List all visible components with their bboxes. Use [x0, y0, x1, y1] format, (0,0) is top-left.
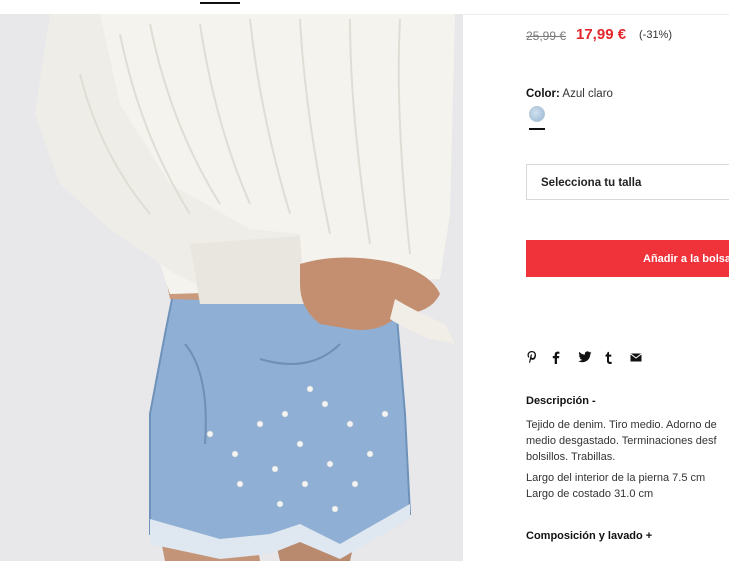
original-price: 25,99 €	[526, 29, 567, 43]
tumblr-icon[interactable]	[604, 349, 630, 365]
color-swatch[interactable]	[529, 106, 545, 122]
size-selector-placeholder: Selecciona tu talla	[541, 177, 642, 189]
twitter-icon[interactable]	[578, 349, 604, 365]
color-row: Color: Azul claro	[526, 88, 613, 100]
share-icons	[526, 349, 656, 365]
product-image[interactable]	[0, 14, 463, 561]
facebook-icon[interactable]	[552, 349, 578, 365]
email-icon[interactable]	[630, 349, 656, 365]
inseam-measure: Largo del interior de la pierna 7.5 cm	[526, 472, 706, 484]
gallery-indicator[interactable]	[200, 2, 240, 4]
side-length-measure: Largo de costado 31.0 cm	[526, 488, 654, 500]
selected-swatch-underline	[529, 128, 545, 130]
color-value: Azul claro	[562, 88, 613, 100]
add-to-bag-button[interactable]: Añadir a la bolsa	[526, 240, 729, 277]
description-title[interactable]: Descripción -	[526, 395, 596, 407]
product-info-panel: 25,99 € 17,99 € (-31%) Color: Azul claro…	[526, 0, 729, 561]
color-label: Color:	[526, 88, 560, 100]
sale-price: 17,99 €	[576, 26, 627, 43]
discount-percent: (-31%)	[639, 29, 673, 41]
size-selector[interactable]: Selecciona tu talla	[526, 164, 729, 200]
composition-toggle[interactable]: Composición y lavado +	[526, 530, 652, 542]
pinterest-icon[interactable]	[526, 349, 552, 365]
description-text: Tejido de denim. Tiro medio. Adorno de m…	[526, 419, 717, 463]
